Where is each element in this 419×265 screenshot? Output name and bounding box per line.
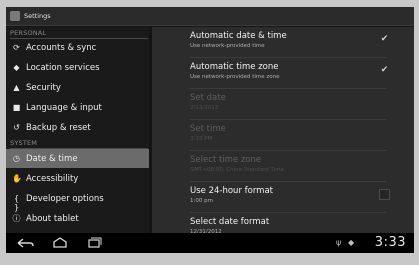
notification-icon: ◆ [348,238,355,247]
sidebar-item-backup-reset[interactable]: ↺ Backup & reset [6,118,149,137]
keyboard-icon: ■ [12,103,21,112]
checkbox-checked-icon[interactable]: ✔ [379,65,390,76]
setting-automatic-date-time[interactable]: Automatic date & time Use network-provid… [152,27,414,57]
back-icon[interactable] [16,237,34,249]
sidebar-item-about-tablet[interactable]: ⓘ About tablet [6,209,149,228]
setting-automatic-time-zone[interactable]: Automatic time zone Use network-provided… [152,58,414,88]
settings-sidebar: PERSONAL ⟳ Accounts & sync ◆ Location se… [6,27,149,233]
app-title: Settings [24,12,51,20]
setting-title: Set date [190,93,226,103]
setting-subtitle: 2/13/2012 [190,105,219,111]
setting-subtitle: 3:33 PM [190,136,213,142]
sidebar-item-accounts-sync[interactable]: ⟳ Accounts & sync [6,38,149,57]
setting-select-time-zone: Select time zone GMT+08:00, China Standa… [152,151,414,181]
setting-title: Set time [190,124,226,134]
sidebar-item-label: Backup & reset [26,122,91,133]
section-header-system: SYSTEM [10,139,148,149]
setting-title: Select date format [190,217,270,227]
clock-icon: ◷ [13,154,20,163]
setting-title: Select time zone [190,155,262,165]
setting-use-24-hour-format[interactable]: Use 24-hour format 1:00 pm [152,182,414,212]
hand-icon: ✋ [12,174,22,183]
sidebar-item-security[interactable]: ▲ Security [6,78,149,97]
sidebar-item-label: About tablet [26,213,79,224]
sidebar-item-label: Language & input [26,102,102,113]
checkbox-unchecked-icon[interactable] [379,189,390,200]
braces-icon: { } [13,194,20,212]
sidebar-item-label: Security [26,82,61,93]
sidebar-item-label: Accounts & sync [26,42,97,53]
sidebar-item-language-input[interactable]: ■ Language & input [6,98,149,117]
checkbox-checked-icon[interactable]: ✔ [379,34,390,45]
sidebar-item-location-services[interactable]: ◆ Location services [6,58,149,77]
setting-set-date: Set date 2/13/2012 [152,89,414,119]
location-icon: ◆ [13,63,20,72]
system-navigation-bar: ψ ◆ 3:33 [6,233,414,253]
sidebar-item-developer-options[interactable]: { } Developer options [6,189,149,213]
tablet-screen: Settings PERSONAL ⟳ Accounts & sync ◆ Lo… [6,7,414,253]
sidebar-item-label: Developer options [26,193,104,204]
sync-icon: ⟳ [13,43,20,52]
sidebar-item-date-time[interactable]: ◷ Date & time [6,149,149,168]
sidebar-item-label: Location services [26,62,100,73]
sidebar-item-label: Date & time [26,153,78,164]
info-icon: ⓘ [12,214,21,223]
recent-apps-icon[interactable] [86,237,102,249]
sidebar-item-label: Accessibility [26,173,79,184]
setting-select-date-format[interactable]: Select date format 12/31/2012 [152,213,414,235]
status-clock: 3:33 [374,235,406,250]
backup-icon: ↺ [13,123,20,132]
setting-set-time: Set time 3:33 PM [152,120,414,150]
date-time-settings-panel: Automatic date & time Use network-provid… [152,27,414,235]
lock-icon: ▲ [13,83,20,92]
settings-app-icon [10,11,20,21]
device-frame: Settings PERSONAL ⟳ Accounts & sync ◆ Lo… [0,0,419,265]
title-bar: Settings [6,7,414,26]
usb-icon: ψ [336,238,342,247]
home-icon[interactable] [52,237,68,249]
sidebar-item-accessibility[interactable]: ✋ Accessibility [6,169,149,188]
setting-subtitle: GMT+08:00, China Standard Time [190,167,285,173]
